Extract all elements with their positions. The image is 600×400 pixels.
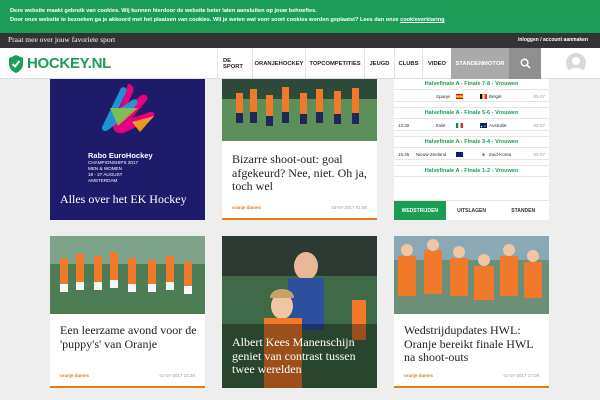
albert-card[interactable]: Albert Kees Manenschijn geniet van contr… bbox=[222, 236, 377, 388]
logo-text: HOCKEY.NL bbox=[27, 55, 111, 72]
card-tag: oranje dames bbox=[60, 373, 89, 378]
tagline: Praat mee over jouw favoriete sport bbox=[8, 35, 116, 44]
nav-item-oranjehockey[interactable]: ORANJEHOCKEY bbox=[252, 48, 305, 79]
shootout-photo bbox=[222, 79, 377, 141]
login-link[interactable]: inloggen / account aanmaken bbox=[518, 37, 588, 43]
nav-item-de-sport[interactable]: DE SPORT bbox=[217, 48, 252, 79]
card-title: Een leerzame avond voor de 'puppy's' van… bbox=[60, 323, 197, 351]
match-home: Spanje bbox=[436, 94, 451, 99]
nav-item-topcompetities[interactable]: TOPCOMPETITIES bbox=[305, 48, 364, 79]
card-tag-label[interactable]: oranje dames bbox=[232, 205, 261, 210]
nav-item-video[interactable]: VIDEO bbox=[422, 48, 451, 79]
nav-item-clubs[interactable]: CLUBS bbox=[394, 48, 422, 79]
tab-wedstrijden[interactable]: WEDSTRIJDEN bbox=[394, 200, 446, 220]
card-tag: oranje dames bbox=[232, 205, 261, 210]
main-nav: HOCKEY.NL DE SPORT ORANJEHOCKEY TOPCOMPE… bbox=[0, 48, 600, 79]
results-widget: Halvefinale A - Finale 7-8 - Vrouwen Spa… bbox=[394, 79, 550, 220]
match-time: 15:45 bbox=[398, 152, 410, 157]
card-date: 01-07-2017 17:09 bbox=[503, 373, 539, 378]
card-tag-label[interactable]: oranje dames bbox=[404, 373, 433, 378]
eurohockey-logo-icon bbox=[101, 84, 155, 134]
site-logo[interactable]: HOCKEY.NL bbox=[8, 54, 111, 73]
flag-belgium-icon bbox=[480, 94, 487, 99]
poster-brand: Rabo EuroHockey bbox=[88, 151, 153, 160]
flag-new-zealand-icon bbox=[456, 152, 463, 157]
match-home: Nieuw-Zeeland bbox=[416, 152, 447, 157]
match-date: 02-07 bbox=[533, 152, 545, 157]
cookie-banner: Deze website maakt gebruik van cookies. … bbox=[0, 0, 600, 33]
top-bar: Praat mee over jouw favoriete sport inlo… bbox=[0, 33, 600, 48]
match-away: België bbox=[489, 94, 502, 99]
match-time: 13:30 bbox=[398, 123, 410, 128]
results-match-2[interactable]: 13:30 Italië Australië 02-07 bbox=[394, 119, 549, 131]
card-date: 01-07-2017 22:20 bbox=[159, 373, 195, 378]
nav-item-standenmotor[interactable]: STANDENMOTOR bbox=[451, 48, 509, 79]
user-icon bbox=[568, 57, 584, 73]
card-title: Alles over het EK Hockey bbox=[60, 192, 187, 206]
card-tag: oranje dames bbox=[404, 373, 433, 378]
cookie-text-1: Deze website maakt gebruik van cookies. … bbox=[10, 8, 317, 14]
search-icon bbox=[520, 58, 531, 69]
results-tabs: WEDSTRIJDEN UITSLAGEN STANDEN bbox=[394, 200, 550, 220]
card-date: 02-07-2017 01:00 bbox=[331, 205, 367, 210]
card-title: Wedstrijdupdates HWL: Oranje bereikt fin… bbox=[404, 323, 534, 364]
avatar[interactable] bbox=[566, 53, 586, 73]
card-title: Albert Kees Manenschijn geniet van contr… bbox=[232, 335, 356, 376]
flag-spain-icon bbox=[456, 94, 463, 99]
nav-item-jeugd[interactable]: JEUGD bbox=[364, 48, 394, 79]
poster-brand-2: EuroHockey bbox=[108, 151, 153, 160]
match-home: Italië bbox=[436, 123, 446, 128]
results-match-3[interactable]: 15:45 Nieuw-Zeeland Zuid-Korea 02-07 bbox=[394, 148, 549, 160]
poster-brand-1: Rabo bbox=[88, 151, 107, 160]
tab-standen[interactable]: STANDEN bbox=[497, 200, 550, 220]
cookie-text-2-body: Door onze website te bezoeken ga je akko… bbox=[10, 17, 399, 23]
shield-check-icon bbox=[9, 54, 23, 73]
match-away: Zuid-Korea bbox=[489, 152, 512, 157]
shootout-card[interactable]: Bizarre shoot-out: goal afgekeurd? Nee, … bbox=[222, 79, 377, 220]
flag-australia-icon bbox=[480, 123, 487, 128]
ek-hockey-card[interactable]: Rabo EuroHockey CHAMPIONSHIPS 2017 MEN &… bbox=[50, 79, 205, 220]
flag-italy-icon bbox=[456, 123, 463, 128]
poster-details: CHAMPIONSHIPS 2017 MEN & WOMEN 18 - 27 A… bbox=[88, 160, 138, 184]
results-header-4[interactable]: Halvefinale A - Finale 1-2 - Vrouwen bbox=[394, 166, 549, 177]
card-accent-bar bbox=[394, 386, 549, 388]
results-header-3[interactable]: Halvefinale A - Finale 3-4 - Vrouwen bbox=[394, 137, 549, 148]
results-header-2[interactable]: Halvefinale A - Finale 5-6 - Vrouwen bbox=[394, 108, 549, 119]
results-match-1[interactable]: Spanje België 02-07 bbox=[394, 90, 549, 102]
match-date: 02-07 bbox=[533, 123, 545, 128]
search-button[interactable] bbox=[509, 48, 541, 79]
match-date: 02-07 bbox=[533, 94, 545, 99]
card-title: Bizarre shoot-out: goal afgekeurd? Nee, … bbox=[232, 152, 367, 193]
card-tag-label[interactable]: oranje dames bbox=[60, 373, 89, 378]
cookie-link[interactable]: cookieverklaring bbox=[400, 17, 444, 23]
tab-uitslagen[interactable]: UITSLAGEN bbox=[445, 200, 498, 220]
puppy-card[interactable]: Een leerzame avond voor de 'puppy's' van… bbox=[50, 236, 205, 388]
results-header-1[interactable]: Halvefinale A - Finale 7-8 - Vrouwen bbox=[394, 79, 549, 90]
cookie-text-2: Door onze website te bezoeken ga je akko… bbox=[10, 16, 600, 25]
puppy-photo bbox=[50, 236, 205, 314]
card-accent-bar bbox=[50, 386, 205, 388]
flag-south-korea-icon bbox=[480, 152, 487, 157]
wedstrijdupdates-card[interactable]: Wedstrijdupdates HWL: Oranje bereikt fin… bbox=[394, 236, 549, 388]
wedstrijdupdates-photo bbox=[394, 236, 549, 314]
card-accent-bar bbox=[222, 218, 377, 220]
nav-menu: DE SPORT ORANJEHOCKEY TOPCOMPETITIES JEU… bbox=[217, 48, 541, 79]
match-away: Australië bbox=[489, 123, 507, 128]
poster-line-4: AMSTERDAM bbox=[88, 178, 118, 183]
